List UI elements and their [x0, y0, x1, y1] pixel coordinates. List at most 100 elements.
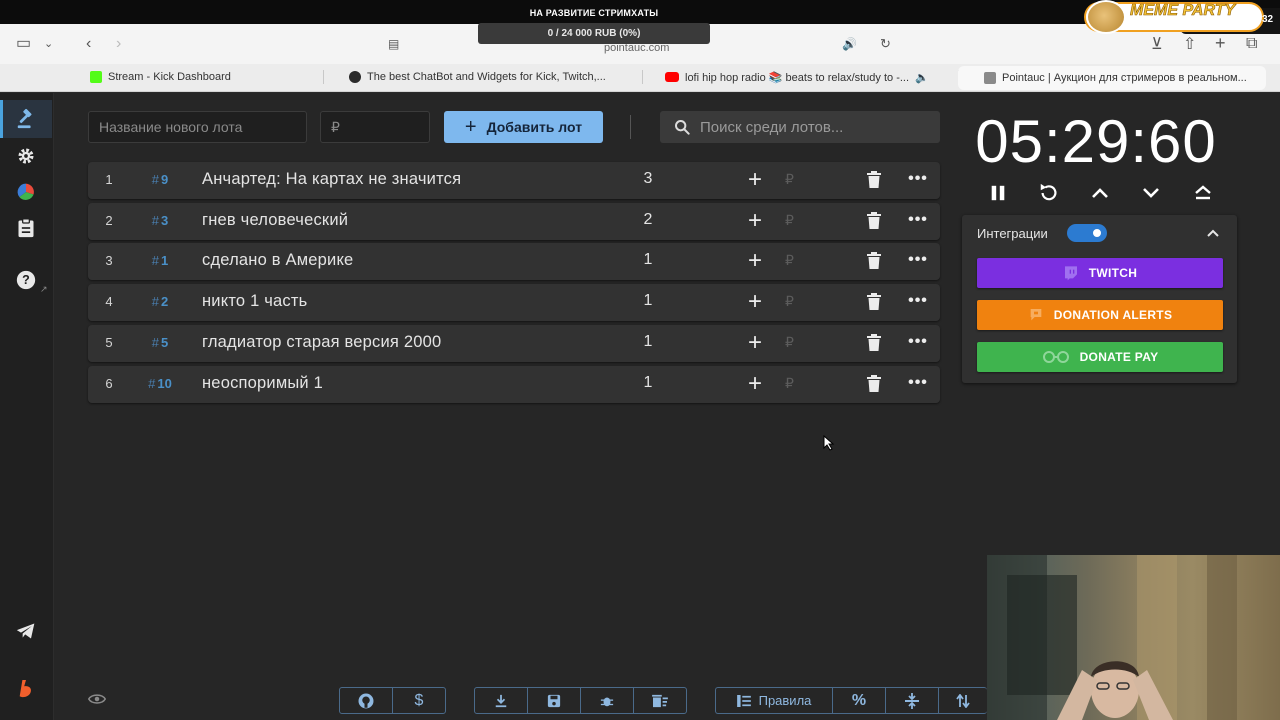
add-amount-icon[interactable]: + — [744, 248, 766, 274]
donation-alerts-button[interactable]: DONATION ALERTS — [977, 300, 1223, 330]
twitch-button[interactable]: TWITCH — [977, 258, 1223, 288]
lot-name[interactable]: гладиатор старая версия 2000 — [202, 333, 441, 352]
more-options-icon[interactable]: ••• — [908, 374, 928, 392]
download-icon[interactable]: ⊻ — [1151, 35, 1163, 55]
add-amount-icon[interactable]: + — [744, 208, 766, 234]
tab-chatbot[interactable]: The best ChatBot and Widgets for Kick, T… — [349, 68, 629, 86]
add-lot-button[interactable]: + Добавить лот — [444, 111, 603, 143]
pause-icon[interactable] — [986, 181, 1010, 205]
telegram-icon[interactable] — [14, 619, 38, 643]
donate-button[interactable]: $ — [393, 688, 445, 713]
lot-name[interactable]: Анчартед: На картах не значится — [202, 170, 461, 189]
percent-button[interactable]: % — [833, 688, 886, 713]
forward-icon[interactable]: › — [116, 34, 121, 54]
hash-icon: # — [148, 376, 156, 391]
lot-name[interactable]: неоспоримый 1 — [202, 374, 323, 393]
lot-id[interactable]: #3 — [140, 213, 180, 228]
gavel-icon[interactable] — [14, 107, 38, 131]
chevron-down-icon[interactable] — [1139, 181, 1163, 205]
rules-button[interactable]: Правила — [716, 688, 833, 713]
more-options-icon[interactable]: ••• — [908, 211, 928, 229]
lot-name[interactable]: гнев человеческий — [202, 211, 348, 230]
tab-pointauc[interactable]: Pointauc | Аукцион для стримеров в реаль… — [958, 66, 1266, 90]
lot-row[interactable]: 4 #2 никто 1 часть 1 + ₽ ••• — [88, 284, 940, 321]
lot-row[interactable]: 2 #3 гнев человеческий 2 + ₽ ••• — [88, 203, 940, 240]
lot-row[interactable]: 6 #10 неоспоримый 1 1 + ₽ ••• — [88, 366, 940, 403]
new-tab-icon[interactable]: + — [1215, 33, 1226, 53]
double-chevron-up-icon[interactable] — [1191, 181, 1215, 205]
lot-id[interactable]: #1 — [140, 253, 180, 268]
add-amount-icon[interactable]: + — [744, 167, 766, 193]
donate-pay-button[interactable]: DONATE PAY — [977, 342, 1223, 372]
lot-amount[interactable]: 1 — [628, 333, 668, 351]
lot-id[interactable]: #10 — [140, 376, 180, 391]
more-options-icon[interactable]: ••• — [908, 251, 928, 269]
ruble-icon[interactable]: ₽ — [785, 252, 794, 269]
add-amount-icon[interactable]: + — [744, 289, 766, 315]
boosty-icon[interactable] — [14, 677, 38, 701]
chevron-down-icon[interactable]: ⌄ — [44, 34, 53, 54]
compact-view-button[interactable] — [886, 688, 939, 713]
chevron-up-icon[interactable] — [1088, 181, 1112, 205]
tab-separator — [642, 70, 643, 84]
add-amount-icon[interactable]: + — [744, 330, 766, 356]
tab-kick-dashboard[interactable]: Stream - Kick Dashboard — [90, 68, 320, 86]
ruble-icon[interactable]: ₽ — [785, 171, 794, 188]
lot-id[interactable]: #9 — [140, 172, 180, 187]
lot-row[interactable]: 1 #9 Анчартед: На картах не значится 3 + ₽ ••• — [88, 162, 940, 199]
chevron-up-icon[interactable] — [1204, 224, 1222, 242]
lot-id-value: 1 — [161, 253, 169, 268]
save-button[interactable] — [528, 688, 581, 713]
ruble-icon[interactable]: ₽ — [785, 334, 794, 351]
trash-icon[interactable] — [866, 212, 882, 230]
lot-id-value: 2 — [161, 294, 169, 309]
lot-row[interactable]: 5 #5 гладиатор старая версия 2000 1 + ₽ ••• — [88, 325, 940, 362]
add-amount-icon[interactable]: + — [744, 371, 766, 397]
pie-chart-icon[interactable] — [14, 180, 38, 204]
page-icon: ▤ — [388, 37, 400, 51]
ruble-icon[interactable]: ₽ — [785, 212, 794, 229]
github-button[interactable] — [340, 688, 393, 713]
lot-amount[interactable]: 1 — [628, 251, 668, 269]
more-options-icon[interactable]: ••• — [908, 292, 928, 310]
lot-row[interactable]: 3 #1 сделано в Америке 1 + ₽ ••• — [88, 243, 940, 280]
reload-icon[interactable]: ↻ — [880, 34, 891, 54]
lot-name[interactable]: сделано в Америке — [202, 251, 353, 270]
tab-lofi-radio[interactable]: lofi hip hop radio 📚 beats to relax/stud… — [665, 68, 937, 86]
help-icon[interactable]: ? — [14, 268, 38, 292]
lot-id[interactable]: #5 — [140, 335, 180, 350]
trash-icon[interactable] — [866, 293, 882, 311]
trash-icon[interactable] — [866, 375, 882, 393]
lot-amount[interactable]: 1 — [628, 374, 668, 392]
download-button[interactable] — [475, 688, 528, 713]
tab-overview-icon[interactable]: ⧉ — [1246, 34, 1257, 54]
more-options-icon[interactable]: ••• — [908, 333, 928, 351]
lot-id-value: 10 — [157, 376, 172, 391]
sort-button[interactable] — [939, 688, 986, 713]
ruble-icon[interactable]: ₽ — [785, 375, 794, 392]
clear-list-button[interactable] — [634, 688, 686, 713]
share-icon[interactable]: ⇧ — [1183, 35, 1196, 55]
gear-icon[interactable] — [14, 144, 38, 168]
bug-report-button[interactable] — [581, 688, 634, 713]
sidebar-toggle-icon[interactable]: ▭ — [16, 34, 31, 54]
lot-id[interactable]: #2 — [140, 294, 180, 309]
lot-name-input[interactable]: Название нового лота — [88, 111, 307, 143]
audio-icon[interactable]: 🔊 — [842, 34, 857, 54]
clipboard-icon[interactable] — [14, 216, 38, 240]
eye-icon[interactable] — [88, 692, 106, 706]
more-options-icon[interactable]: ••• — [908, 170, 928, 188]
lot-amount[interactable]: 2 — [628, 211, 668, 229]
ruble-icon[interactable]: ₽ — [785, 293, 794, 310]
price-input[interactable]: ₽ — [320, 111, 430, 143]
trash-icon[interactable] — [866, 252, 882, 270]
reset-icon[interactable] — [1037, 181, 1061, 205]
lot-name[interactable]: никто 1 часть — [202, 292, 307, 311]
back-icon[interactable]: ‹ — [86, 34, 91, 54]
lot-amount[interactable]: 3 — [628, 170, 668, 188]
plus-icon: + — [464, 116, 477, 138]
trash-icon[interactable] — [866, 334, 882, 352]
lot-amount[interactable]: 1 — [628, 292, 668, 310]
lot-search-input[interactable]: Поиск среди лотов... — [660, 111, 940, 143]
trash-icon[interactable] — [866, 171, 882, 189]
